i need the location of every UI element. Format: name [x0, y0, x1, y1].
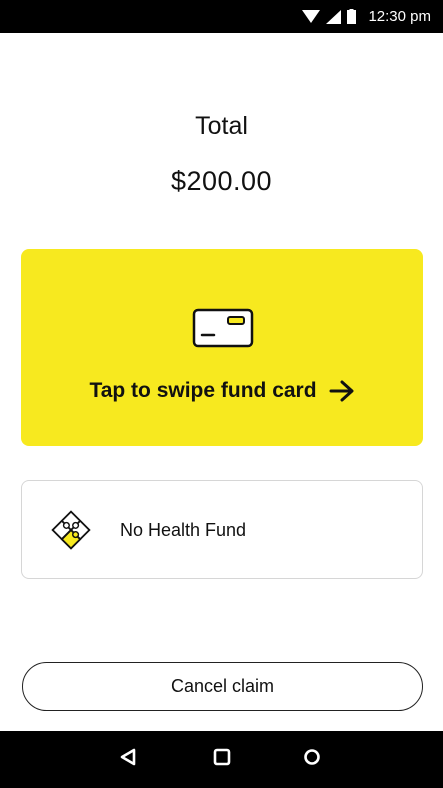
cancel-label: Cancel claim [170, 676, 275, 696]
status-time: 12:30 pm [368, 8, 431, 25]
signal-icon [326, 9, 342, 24]
card-icon [192, 308, 254, 348]
swipe-label: Tap to swipe fund card [89, 379, 317, 402]
total-amount: $200.00 [170, 166, 273, 196]
fund-label: No Health Fund [120, 520, 247, 540]
swipe-fund-card-button[interactable]: Tap to swipe fund card [21, 249, 423, 446]
home-button[interactable] [194, 731, 250, 788]
puzzle-icon [51, 510, 91, 550]
payment-screen: 12:30 pm Total $200.00 Tap to swipe fund… [0, 0, 443, 788]
swipe-label-row: Tap to swipe fund card [21, 379, 423, 403]
no-health-fund-option[interactable]: No Health Fund [21, 480, 423, 579]
cancel-claim-button[interactable]: Cancel claim [22, 662, 423, 711]
status-icons: 12:30 pm [302, 0, 431, 33]
arrow-right-icon [329, 380, 355, 402]
battery-icon [347, 9, 357, 24]
recents-icon [303, 748, 321, 771]
back-icon [119, 748, 137, 771]
recents-button[interactable] [284, 731, 340, 788]
back-button[interactable] [100, 731, 156, 788]
home-icon [213, 748, 231, 771]
wifi-icon [302, 9, 321, 24]
navigation-bar [0, 731, 443, 788]
total-label: Total [195, 112, 248, 140]
status-bar: 12:30 pm [0, 0, 443, 33]
